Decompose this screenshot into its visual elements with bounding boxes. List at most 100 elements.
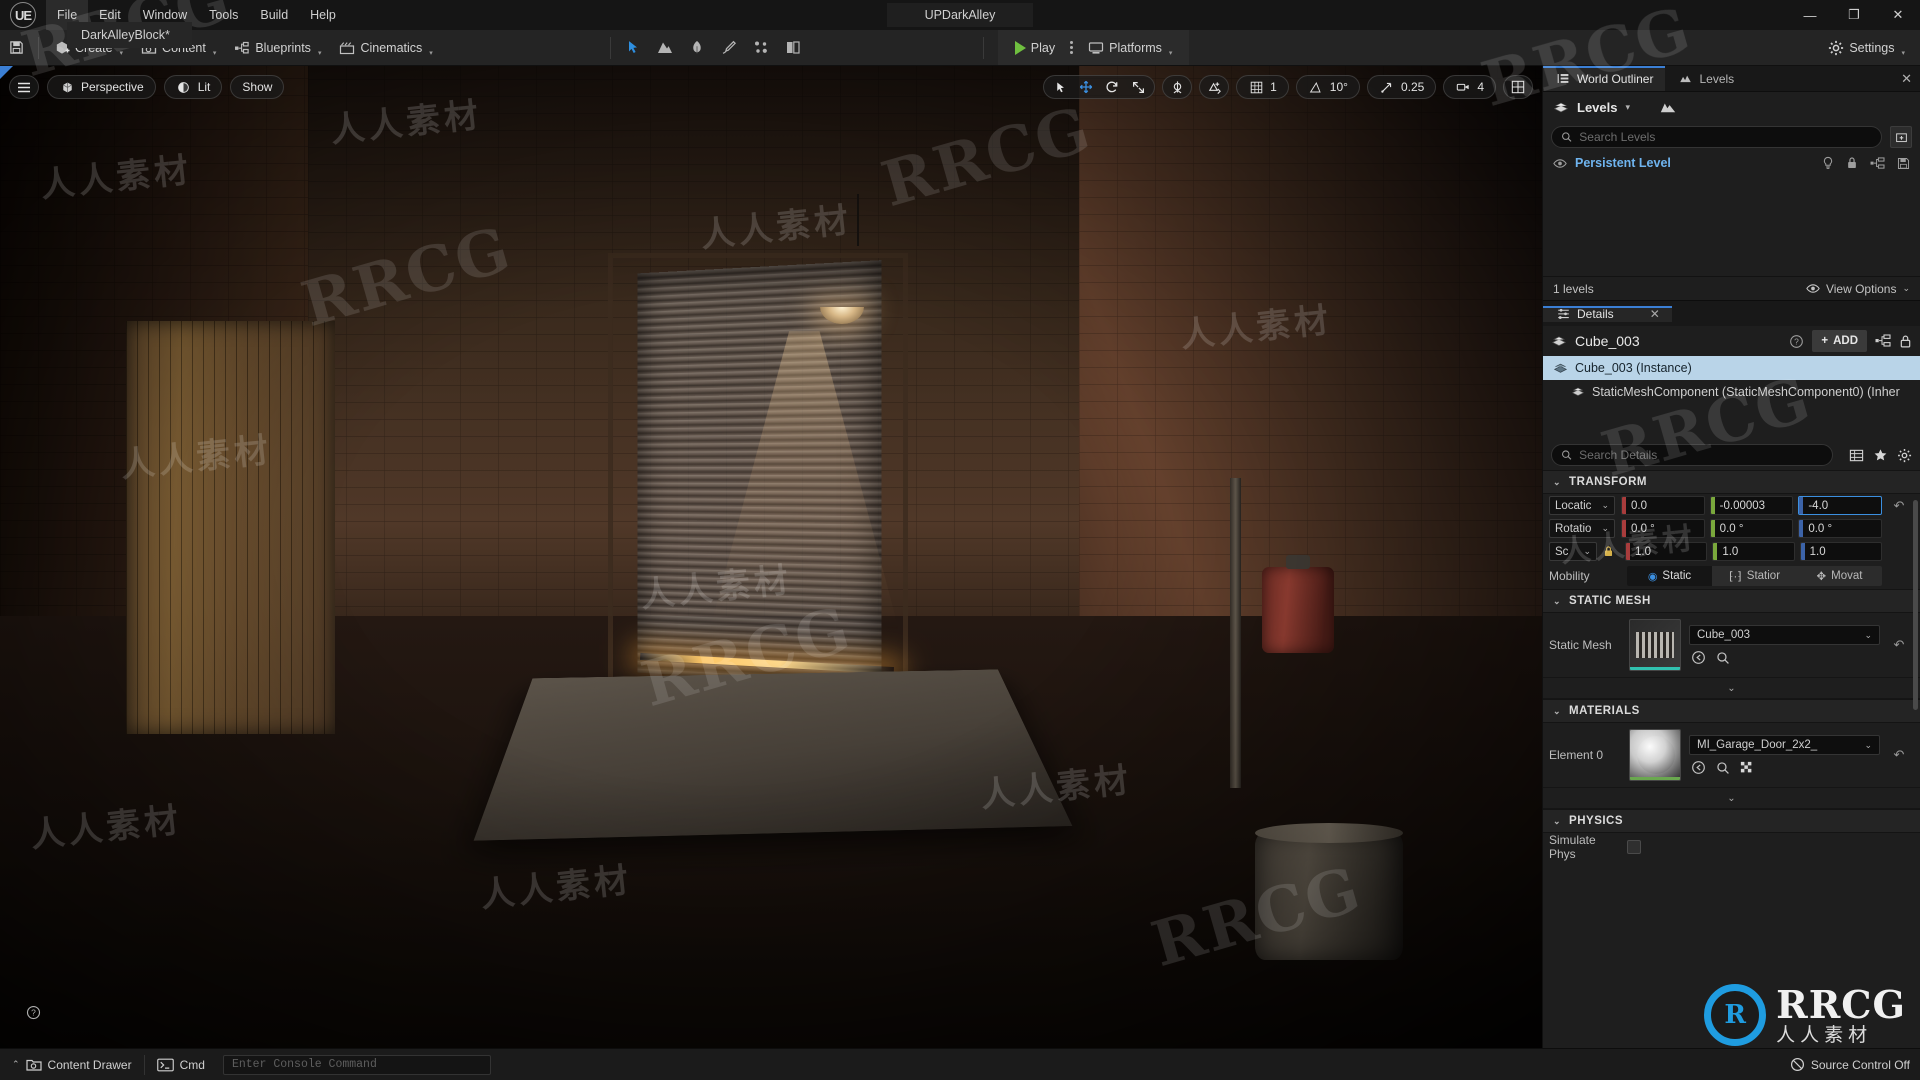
outliner-tab-close-button[interactable]: ✕ (1901, 66, 1912, 92)
section-transform-header[interactable]: ⌄ TRANSFORM (1543, 470, 1920, 494)
angle-snap-button[interactable]: 10° (1295, 75, 1360, 99)
component-tree-row-instance[interactable]: Cube_003 (Instance) (1543, 356, 1920, 380)
level-blueprint-icon[interactable] (1870, 156, 1885, 170)
material-thumbnail[interactable] (1629, 729, 1681, 781)
levels-search-input[interactable] (1579, 130, 1872, 144)
open-blueprint-icon[interactable] (1875, 334, 1891, 348)
column-view-icon[interactable] (1849, 448, 1864, 463)
scale-mode-combo[interactable]: Sc ⌄ (1549, 542, 1597, 561)
console-command-field[interactable] (222, 1054, 491, 1075)
camera-speed-button[interactable]: 4 (1443, 75, 1496, 99)
project-level-tab[interactable]: DarkAlleyBlock* (67, 22, 192, 48)
viewport-menu-button[interactable] (9, 75, 39, 99)
viewport-help-button[interactable]: ? (26, 1005, 41, 1020)
menu-help[interactable]: Help (299, 0, 347, 30)
mobility-stationary-option[interactable]: ⁅·⁆ Statior (1712, 566, 1797, 586)
lightbulb-icon[interactable] (1822, 156, 1834, 170)
source-control-label[interactable]: Source Control Off (1811, 1058, 1910, 1072)
menu-tools[interactable]: Tools (198, 0, 249, 30)
rotate-tool-button[interactable] (1099, 76, 1125, 98)
rotation-mode-combo[interactable]: Rotatio ⌄ (1549, 519, 1615, 538)
static-mesh-combo[interactable]: Cube_003 ⌄ (1689, 625, 1880, 645)
scale-ratio-lock-icon[interactable] (1603, 545, 1619, 558)
blueprints-button[interactable]: Blueprints ▾ (225, 34, 330, 62)
scale-y-input[interactable]: 1.0 (1712, 542, 1795, 561)
tab-world-outliner[interactable]: World Outliner (1543, 66, 1666, 91)
level-row-persistent[interactable]: Persistent Level (1543, 152, 1920, 174)
minimize-button[interactable]: — (1788, 0, 1832, 30)
menu-build[interactable]: Build (249, 0, 299, 30)
materials-expand-button[interactable]: ⌄ (1543, 787, 1920, 809)
cmd-button[interactable]: Cmd (145, 1049, 217, 1080)
content-drawer-button[interactable]: ⌃ Content Drawer (0, 1049, 144, 1080)
mobility-static-option[interactable]: ◉ Static (1627, 566, 1712, 586)
viewport-perspective-button[interactable]: Perspective (47, 75, 156, 99)
location-y-input[interactable]: -0.00003 (1709, 496, 1794, 515)
translate-tool-button[interactable] (1073, 76, 1099, 98)
levels-caret-icon[interactable]: ▾ (1625, 102, 1630, 113)
console-command-input[interactable] (231, 1058, 482, 1071)
add-component-button[interactable]: + ADD (1812, 330, 1867, 352)
select-mode-button[interactable] (617, 34, 649, 62)
browse-to-asset-icon[interactable] (1691, 650, 1706, 665)
location-mode-combo[interactable]: Locatic ⌄ (1549, 496, 1615, 515)
location-reset-button[interactable]: ↶ (1888, 498, 1910, 514)
details-help-icon[interactable]: ? (1789, 334, 1804, 349)
scale-x-input[interactable]: 1.0 (1625, 542, 1708, 561)
section-physics-header[interactable]: ⌄ PHYSICS (1543, 809, 1920, 833)
platforms-button[interactable]: Platforms ▾ (1079, 34, 1181, 62)
section-static-mesh-header[interactable]: ⌄ STATIC MESH (1543, 589, 1920, 613)
foliage-mode-button[interactable] (681, 34, 713, 62)
checker-preview-icon[interactable] (1740, 761, 1754, 775)
static-mesh-thumbnail[interactable] (1629, 619, 1681, 671)
settings-gear-icon[interactable] (1897, 448, 1912, 463)
viewport-show-button[interactable]: Show (230, 75, 285, 99)
close-button[interactable]: ✕ (1876, 0, 1920, 30)
fracture-mode-button[interactable] (745, 34, 777, 62)
rotation-y-input[interactable]: 0.0 ° (1709, 519, 1794, 538)
viewport-viewmode-button[interactable]: Lit (163, 75, 223, 99)
add-level-button[interactable] (1890, 126, 1912, 148)
play-options-button[interactable] (1064, 41, 1079, 54)
static-mesh-reset-button[interactable]: ↶ (1888, 637, 1910, 653)
search-asset-icon[interactable] (1716, 761, 1730, 775)
location-x-input[interactable]: 0.0 (1621, 496, 1705, 515)
static-mesh-expand-button[interactable]: ⌄ (1543, 677, 1920, 699)
material-combo[interactable]: MI_Garage_Door_2x2_ ⌄ (1689, 735, 1880, 755)
save-level-icon[interactable] (1897, 157, 1910, 170)
level-viewport[interactable]: Perspective Lit Show 1 10° 0.25 4 ? (0, 66, 1542, 1048)
play-button[interactable]: Play (1006, 34, 1064, 62)
rotation-z-input[interactable]: 0.0 ° (1798, 519, 1883, 538)
favorites-star-icon[interactable] (1873, 448, 1888, 463)
scale-tool-button[interactable] (1125, 76, 1151, 98)
maximize-button[interactable]: ❐ (1832, 0, 1876, 30)
cinematics-button[interactable]: Cinematics ▾ (330, 34, 441, 62)
viewport-layouts-button[interactable] (1503, 75, 1533, 99)
surface-snapping-button[interactable] (1199, 75, 1230, 99)
select-tool-button[interactable] (1047, 76, 1073, 98)
details-search-input[interactable] (1579, 448, 1823, 462)
search-asset-icon[interactable] (1716, 651, 1730, 665)
browse-to-asset-icon[interactable] (1691, 760, 1706, 775)
grid-snap-button[interactable]: 1 (1236, 75, 1289, 99)
visibility-icon[interactable] (1553, 158, 1567, 169)
mesh-paint-mode-button[interactable] (713, 34, 745, 62)
rotation-x-input[interactable]: 0.0 ° (1621, 519, 1705, 538)
scale-snap-button[interactable]: 0.25 (1366, 75, 1437, 99)
details-search-bar[interactable] (1551, 444, 1833, 466)
view-options-button[interactable]: View Options ⌄ (1806, 282, 1910, 296)
lock-icon[interactable] (1846, 156, 1858, 170)
levels-mountain-icon[interactable] (1660, 99, 1676, 115)
brush-edit-mode-button[interactable] (777, 34, 809, 62)
tab-levels[interactable]: Levels (1665, 66, 1746, 91)
tab-details[interactable]: Details ✕ (1543, 305, 1672, 322)
unreal-logo[interactable]: UE (0, 0, 46, 30)
scale-z-input[interactable]: 1.0 (1799, 542, 1882, 561)
section-materials-header[interactable]: ⌄ MATERIALS (1543, 699, 1920, 723)
coordinate-space-button[interactable] (1162, 75, 1193, 99)
landscape-mode-button[interactable] (649, 34, 681, 62)
levels-search-bar[interactable] (1551, 126, 1882, 148)
details-scrollbar[interactable] (1913, 500, 1918, 710)
mobility-movable-option[interactable]: ✥ Movat (1797, 566, 1882, 586)
component-tree-row-staticmesh[interactable]: StaticMeshComponent (StaticMeshComponent… (1543, 380, 1920, 404)
